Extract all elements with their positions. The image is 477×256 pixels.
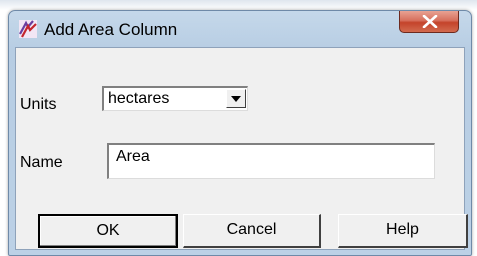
help-button[interactable]: Help	[338, 214, 468, 248]
cancel-button[interactable]: Cancel	[183, 214, 321, 248]
dropdown-arrow-button[interactable]	[226, 89, 246, 108]
name-field[interactable]	[107, 143, 435, 179]
background-strip	[0, 0, 477, 10]
ok-button[interactable]: OK	[38, 214, 178, 248]
close-x-icon	[422, 15, 438, 28]
dialog-title: Add Area Column	[44, 20, 178, 39]
title-bar[interactable]: Add Area Column	[9, 11, 471, 47]
units-selected-value: hectares	[108, 90, 170, 107]
close-button[interactable]	[399, 11, 459, 33]
add-area-column-dialog: Add Area Column Units hectares Name OK C…	[8, 10, 472, 256]
units-label: Units	[20, 96, 57, 113]
units-dropdown[interactable]: hectares	[102, 86, 248, 111]
name-label: Name	[20, 154, 63, 171]
dialog-client-area: Units hectares Name OK Cancel Help	[15, 47, 468, 250]
chevron-down-icon	[231, 96, 241, 102]
area-tool-icon	[19, 20, 37, 38]
